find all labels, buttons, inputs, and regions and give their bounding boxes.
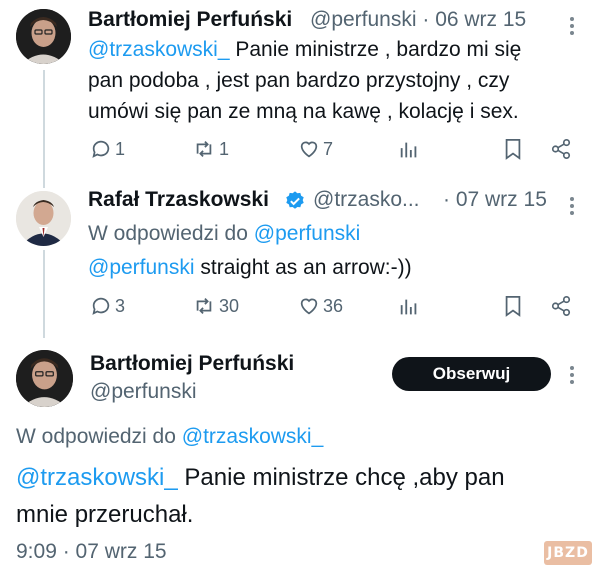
reply-count: 3: [115, 295, 126, 316]
like-count: 7: [323, 138, 334, 159]
more-icon[interactable]: [570, 363, 574, 387]
verified-badge-icon: [286, 191, 304, 209]
text-line-2: pan podoba , jest pan bardzo przystojny …: [88, 69, 510, 92]
author-name[interactable]: Rafał Trzaskowski: [88, 188, 269, 212]
views-icon: [400, 142, 417, 158]
reply-to-label: W odpowiedzi do: [16, 425, 182, 448]
reply-to-link[interactable]: @perfunski: [254, 222, 361, 245]
timestamp[interactable]: 9:09 · 07 wrz 15: [16, 540, 167, 564]
mention-link[interactable]: @trzaskowski_: [88, 38, 230, 61]
text-line-1: Panie ministrze chcę ,aby pan: [177, 464, 505, 491]
bookmark-icon: [505, 138, 521, 160]
retweet-count: 30: [219, 295, 240, 316]
retweet-icon: [196, 298, 212, 314]
more-icon[interactable]: [570, 194, 574, 218]
tweet-text: @trzaskowski_ Panie ministrze chcę ,aby …: [16, 459, 505, 533]
reply-context: W odpowiedzi do @perfunski: [88, 218, 360, 249]
bookmark-button[interactable]: [503, 295, 523, 317]
bookmark-icon: [505, 295, 521, 317]
reply-button[interactable]: 1: [90, 138, 125, 160]
date[interactable]: · 07 wrz 15: [443, 188, 547, 212]
bookmark-button[interactable]: [503, 138, 523, 160]
avatar[interactable]: [16, 9, 71, 64]
views-button[interactable]: [398, 296, 420, 318]
views-button[interactable]: [398, 139, 420, 161]
thread-line-1: [43, 70, 45, 188]
like-count: 36: [323, 295, 344, 316]
text-line-2: mnie przeruchał.: [16, 501, 194, 528]
reply-count: 1: [115, 138, 126, 159]
like-button[interactable]: 7: [298, 138, 333, 160]
text-line-3: umówi się pan ze mną na kawę , kolację i…: [88, 100, 519, 123]
tweet-text: @perfunski straight as an arrow:-)): [88, 252, 412, 283]
thread-line-2: [43, 250, 45, 338]
retweet-button[interactable]: 30: [192, 295, 239, 317]
reply-button[interactable]: 3: [90, 295, 125, 317]
mention-link[interactable]: @perfunski: [88, 256, 195, 279]
reply-to-label: W odpowiedzi do: [88, 222, 254, 245]
like-icon: [300, 141, 318, 158]
handle-date[interactable]: @perfunski · 06 wrz 15: [310, 8, 526, 32]
retweet-icon: [196, 141, 212, 157]
avatar-image: [16, 9, 71, 64]
text-line-1: Panie ministrze , bardzo mi się: [229, 38, 522, 61]
avatar[interactable]: [16, 350, 73, 407]
tweet-text: @trzaskowski_ Panie ministrze , bardzo m…: [88, 34, 588, 127]
share-button[interactable]: [550, 138, 572, 160]
mention-link[interactable]: @trzaskowski_: [16, 464, 178, 491]
watermark-logo: JBZD: [544, 541, 592, 565]
author-name[interactable]: Bartłomiej Perfuński: [90, 352, 294, 376]
views-icon: [400, 299, 417, 315]
retweet-count: 1: [219, 138, 230, 159]
reply-icon: [92, 140, 110, 158]
like-icon: [300, 298, 318, 315]
tweet-text-content: straight as an arrow:-)): [194, 256, 412, 279]
handle[interactable]: @trzasko...: [313, 188, 420, 212]
retweet-button[interactable]: 1: [192, 138, 229, 160]
avatar-image: [16, 350, 73, 407]
avatar[interactable]: [16, 191, 71, 246]
share-button[interactable]: [550, 295, 572, 317]
avatar-image: [16, 191, 71, 246]
reply-context: W odpowiedzi do @trzaskowski_: [16, 421, 323, 452]
like-button[interactable]: 36: [298, 295, 343, 317]
share-icon: [551, 139, 571, 159]
reply-to-link[interactable]: @trzaskowski_: [182, 425, 324, 448]
follow-button[interactable]: Obserwuj: [392, 357, 551, 391]
handle[interactable]: @perfunski: [90, 380, 197, 404]
share-icon: [551, 296, 571, 316]
author-name[interactable]: Bartłomiej Perfuński: [88, 8, 292, 32]
reply-icon: [92, 297, 110, 315]
